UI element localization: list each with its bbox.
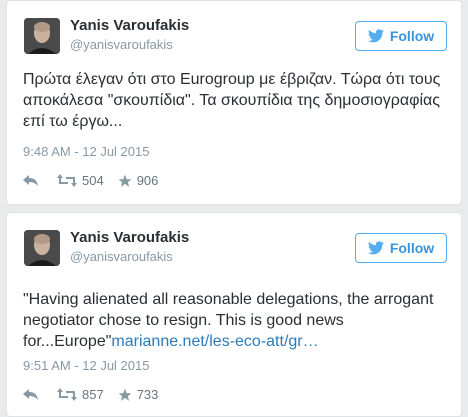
author-handle[interactable]: @yanisvaroufakis	[70, 37, 173, 52]
retweet-count: 857	[82, 387, 104, 402]
twitter-bird-icon	[367, 29, 384, 43]
tweet-text: Πρώτα έλεγαν ότι στο Eurogroup με έβριζα…	[23, 71, 441, 130]
tweet-card: Yanis Varoufakis @yanisvaroufakis Follow…	[6, 212, 462, 417]
tweet-card: Yanis Varoufakis @yanisvaroufakis Follow…	[6, 0, 462, 205]
follow-label: Follow	[389, 28, 435, 44]
tweet-link[interactable]: marianne.net/les-eco-att/gr…	[111, 333, 318, 350]
tweet-timestamp[interactable]: 9:48 AM - 12 Jul 2015	[23, 144, 149, 159]
favorite-button[interactable]: 733	[118, 387, 159, 402]
author-name[interactable]: Yanis Varoufakis	[70, 229, 189, 246]
retweet-icon	[57, 174, 77, 187]
favorite-count: 733	[136, 387, 159, 402]
author-name[interactable]: Yanis Varoufakis	[70, 17, 189, 34]
follow-label: Follow	[389, 240, 435, 256]
tweet-actions: 857 733	[23, 387, 158, 402]
star-icon	[118, 174, 132, 188]
reply-button[interactable]	[23, 174, 39, 187]
follow-button[interactable]: Follow	[355, 21, 447, 51]
retweet-button[interactable]: 857	[57, 387, 104, 402]
reply-arrow-icon	[23, 388, 39, 401]
reply-button[interactable]	[23, 388, 39, 401]
retweet-count: 504	[82, 173, 104, 188]
tweet-text: "Having alienated all reasonable delegat…	[23, 289, 453, 352]
follow-button[interactable]: Follow	[355, 233, 447, 263]
author-handle[interactable]: @yanisvaroufakis	[70, 249, 173, 264]
avatar[interactable]	[24, 230, 60, 266]
twitter-bird-icon	[367, 241, 384, 255]
reply-arrow-icon	[23, 174, 39, 187]
tweet-actions: 504 906	[23, 173, 158, 188]
favorite-count: 906	[136, 173, 159, 188]
retweet-icon	[57, 388, 77, 401]
retweet-button[interactable]: 504	[57, 173, 104, 188]
star-icon	[118, 388, 132, 402]
tweet-timestamp[interactable]: 9:51 AM - 12 Jul 2015	[23, 358, 149, 373]
favorite-button[interactable]: 906	[118, 173, 159, 188]
avatar[interactable]	[24, 18, 60, 54]
